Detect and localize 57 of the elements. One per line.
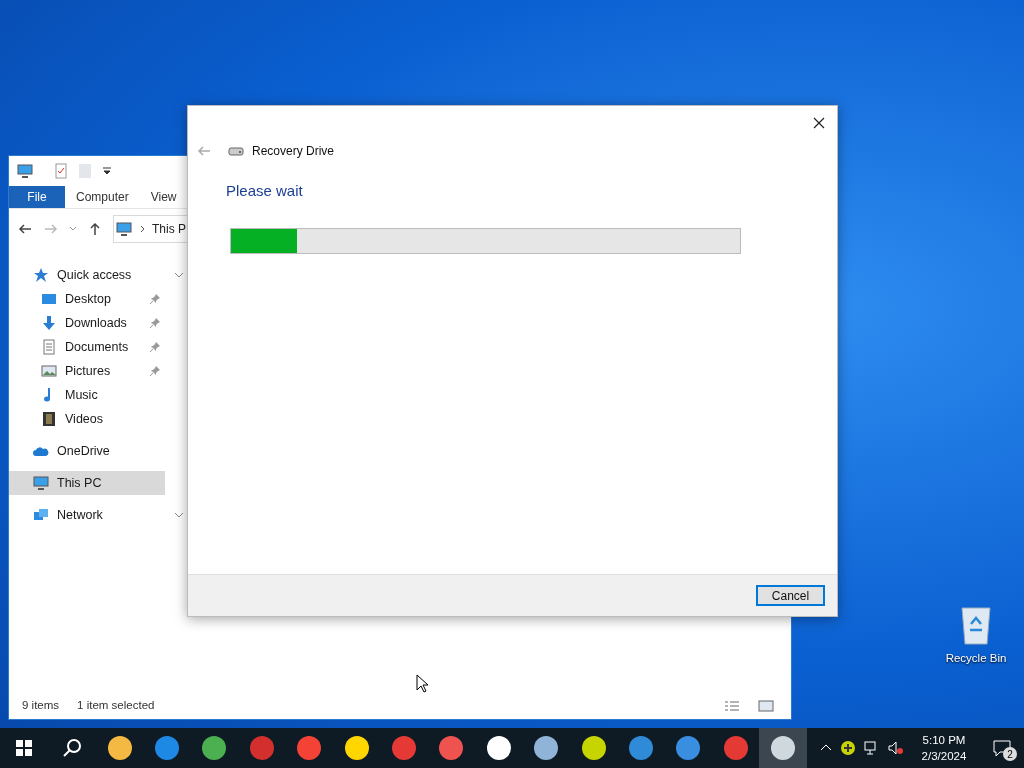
computer-icon bbox=[116, 221, 132, 237]
nav-label: Pictures bbox=[65, 362, 112, 380]
nav-label: Quick access bbox=[57, 266, 133, 284]
ribbon-tab[interactable]: Computer bbox=[65, 186, 140, 208]
nav-label: OneDrive bbox=[57, 442, 111, 460]
download-icon bbox=[41, 315, 57, 331]
nav-item[interactable]: Network bbox=[9, 503, 165, 527]
windows-logo-icon bbox=[16, 740, 32, 756]
address-text: This P bbox=[152, 221, 186, 238]
nav-label: Network bbox=[57, 506, 104, 524]
plus-circle-icon[interactable] bbox=[840, 740, 856, 756]
notification-count: 2 bbox=[1003, 747, 1017, 761]
star-icon bbox=[33, 267, 49, 283]
nav-label: Videos bbox=[65, 410, 104, 428]
status-text: 9 items bbox=[22, 698, 60, 714]
nav-item[interactable]: Music bbox=[9, 383, 165, 407]
ribbon-tab[interactable]: View bbox=[139, 186, 188, 208]
pictures-icon bbox=[41, 363, 57, 379]
nav-item[interactable]: Pictures bbox=[9, 359, 165, 383]
nav-item[interactable]: Downloads bbox=[9, 311, 165, 335]
network-icon bbox=[33, 507, 49, 523]
dialog-heading: Please wait bbox=[226, 181, 303, 201]
nav-item[interactable]: Desktop bbox=[9, 287, 165, 311]
nav-label: This PC bbox=[57, 474, 103, 492]
properties-icon[interactable] bbox=[53, 163, 69, 179]
clock-time[interactable]: 5:10 PM bbox=[922, 732, 966, 748]
clock-date[interactable]: 2/3/2024 bbox=[921, 748, 967, 764]
taskbar-app[interactable] bbox=[759, 728, 807, 768]
nav-item[interactable]: OneDrive bbox=[9, 439, 165, 463]
nav-label: Desktop bbox=[65, 290, 112, 308]
nav-item[interactable]: This PC bbox=[9, 471, 165, 495]
speech-bubble-icon bbox=[992, 738, 1012, 758]
cancel-button[interactable]: Cancel bbox=[756, 585, 825, 606]
chevron-right-icon bbox=[138, 225, 146, 233]
mouse-cursor-icon bbox=[416, 674, 428, 694]
nav-label: Documents bbox=[65, 338, 130, 356]
drive-icon bbox=[228, 145, 244, 157]
notifications-button[interactable]: 2 bbox=[984, 728, 1020, 768]
document-icon bbox=[41, 339, 57, 355]
computer-icon bbox=[33, 475, 49, 491]
speaker-muted-icon[interactable] bbox=[888, 740, 904, 756]
dropdown-icon[interactable] bbox=[101, 165, 113, 177]
nav-item[interactable]: Quick access bbox=[9, 263, 165, 287]
ribbon-tab[interactable]: File bbox=[9, 186, 65, 208]
computer-icon bbox=[17, 163, 33, 179]
nav-item[interactable]: Documents bbox=[9, 335, 165, 359]
status-text: 1 item selected bbox=[77, 698, 155, 714]
nav-label: Downloads bbox=[65, 314, 128, 332]
close-icon bbox=[813, 117, 825, 129]
desktop-icon-label[interactable]: Recycle Bin bbox=[945, 650, 1007, 668]
nav-item[interactable]: Videos bbox=[9, 407, 165, 431]
search-icon bbox=[62, 738, 82, 758]
nav-label: Music bbox=[65, 386, 99, 404]
film-icon bbox=[41, 411, 57, 427]
dialog-title: Recovery Drive bbox=[252, 143, 335, 160]
chevron-down-icon[interactable] bbox=[69, 225, 77, 233]
desktop-icon bbox=[41, 291, 57, 307]
